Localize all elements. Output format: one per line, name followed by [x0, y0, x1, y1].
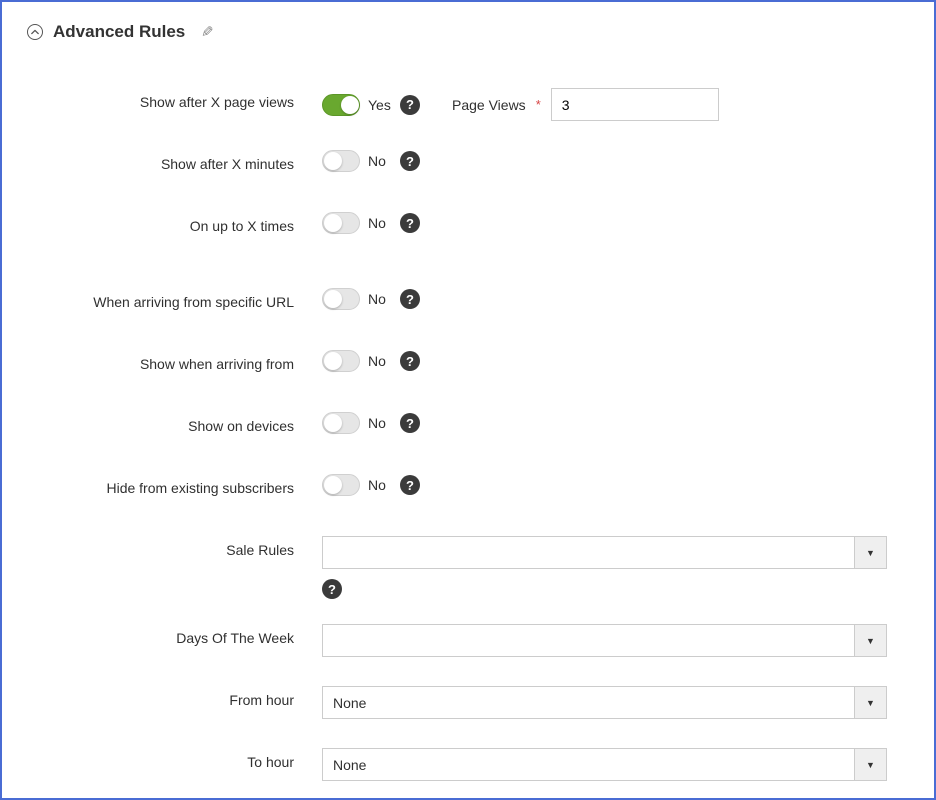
- times-controls: No ?: [322, 212, 420, 234]
- times-label: On up to X times: [27, 212, 322, 234]
- pageviews-input[interactable]: [551, 88, 719, 121]
- section-header: Advanced Rules ✎: [27, 22, 909, 42]
- row-arriving: Show when arriving from No ?: [27, 350, 909, 412]
- arriving-toggle[interactable]: [322, 350, 360, 372]
- days-controls: ▼: [322, 624, 887, 657]
- days-select[interactable]: ▼: [322, 624, 887, 657]
- row-devices: Show on devices No ?: [27, 412, 909, 474]
- fromhour-controls: None ▼: [322, 686, 887, 719]
- form-rows: Show after X page views Yes ? Page Views…: [27, 88, 909, 788]
- fromhour-label: From hour: [27, 686, 322, 708]
- minutes-label: Show after X minutes: [27, 150, 322, 172]
- fromhour-select-field[interactable]: None: [322, 686, 854, 719]
- tohour-select-field[interactable]: None: [322, 748, 854, 781]
- devices-toggle[interactable]: [322, 412, 360, 434]
- help-icon[interactable]: ?: [400, 475, 420, 495]
- minutes-controls: No ?: [322, 150, 420, 172]
- row-hidesubs: Hide from existing subscribers No ?: [27, 474, 909, 536]
- pageviews-field-label: Page Views: [452, 97, 526, 113]
- row-days: Days Of The Week ▼: [27, 624, 909, 686]
- chevron-up-icon[interactable]: [27, 24, 43, 40]
- chevron-down-icon[interactable]: ▼: [854, 686, 887, 719]
- days-label: Days Of The Week: [27, 624, 322, 646]
- pageviews-toggle-label: Yes: [368, 97, 392, 113]
- fromurl-toggle-label: No: [368, 291, 392, 307]
- chevron-down-icon[interactable]: ▼: [854, 624, 887, 657]
- arriving-toggle-label: No: [368, 353, 392, 369]
- salerules-label: Sale Rules: [27, 536, 322, 558]
- pageviews-controls: Yes ? Page Views *: [322, 88, 719, 121]
- advanced-rules-panel: Advanced Rules ✎ Show after X page views…: [0, 0, 936, 800]
- help-icon[interactable]: ?: [400, 289, 420, 309]
- fromurl-controls: No ?: [322, 288, 420, 310]
- fromhour-select[interactable]: None ▼: [322, 686, 887, 719]
- row-salerules: Sale Rules ▼ ?: [27, 536, 909, 624]
- minutes-toggle-label: No: [368, 153, 392, 169]
- pencil-icon[interactable]: ✎: [201, 23, 214, 41]
- help-icon[interactable]: ?: [322, 579, 342, 599]
- section-title: Advanced Rules: [53, 22, 185, 42]
- help-icon[interactable]: ?: [400, 413, 420, 433]
- salerules-controls: ▼ ?: [322, 536, 887, 599]
- fromurl-label: When arriving from specific URL: [27, 288, 322, 310]
- salerules-help-row: ?: [322, 579, 887, 599]
- pageviews-field-group: Page Views *: [452, 88, 719, 121]
- help-icon[interactable]: ?: [400, 213, 420, 233]
- row-fromurl: When arriving from specific URL No ?: [27, 288, 909, 350]
- devices-label: Show on devices: [27, 412, 322, 434]
- tohour-controls: None ▼: [322, 748, 887, 781]
- hidesubs-controls: No ?: [322, 474, 420, 496]
- minutes-toggle[interactable]: [322, 150, 360, 172]
- hidesubs-toggle[interactable]: [322, 474, 360, 496]
- times-toggle[interactable]: [322, 212, 360, 234]
- row-minutes: Show after X minutes No ?: [27, 150, 909, 212]
- arriving-controls: No ?: [322, 350, 420, 372]
- salerules-select[interactable]: ▼: [322, 536, 887, 569]
- chevron-down-icon[interactable]: ▼: [854, 536, 887, 569]
- devices-controls: No ?: [322, 412, 420, 434]
- row-times: On up to X times No ?: [27, 212, 909, 274]
- required-star: *: [536, 97, 541, 112]
- times-toggle-label: No: [368, 215, 392, 231]
- tohour-select[interactable]: None ▼: [322, 748, 887, 781]
- chevron-down-icon[interactable]: ▼: [854, 748, 887, 781]
- salerules-select-field[interactable]: [322, 536, 854, 569]
- help-icon[interactable]: ?: [400, 351, 420, 371]
- row-tohour: To hour None ▼: [27, 748, 909, 788]
- days-select-field[interactable]: [322, 624, 854, 657]
- hidesubs-label: Hide from existing subscribers: [27, 474, 322, 496]
- help-icon[interactable]: ?: [400, 95, 420, 115]
- hidesubs-toggle-label: No: [368, 477, 392, 493]
- devices-toggle-label: No: [368, 415, 392, 431]
- tohour-label: To hour: [27, 748, 322, 770]
- help-icon[interactable]: ?: [400, 151, 420, 171]
- arriving-label: Show when arriving from: [27, 350, 322, 372]
- fromurl-toggle[interactable]: [322, 288, 360, 310]
- pageviews-label: Show after X page views: [27, 88, 322, 110]
- row-fromhour: From hour None ▼: [27, 686, 909, 748]
- pageviews-toggle[interactable]: [322, 94, 360, 116]
- row-pageviews: Show after X page views Yes ? Page Views…: [27, 88, 909, 150]
